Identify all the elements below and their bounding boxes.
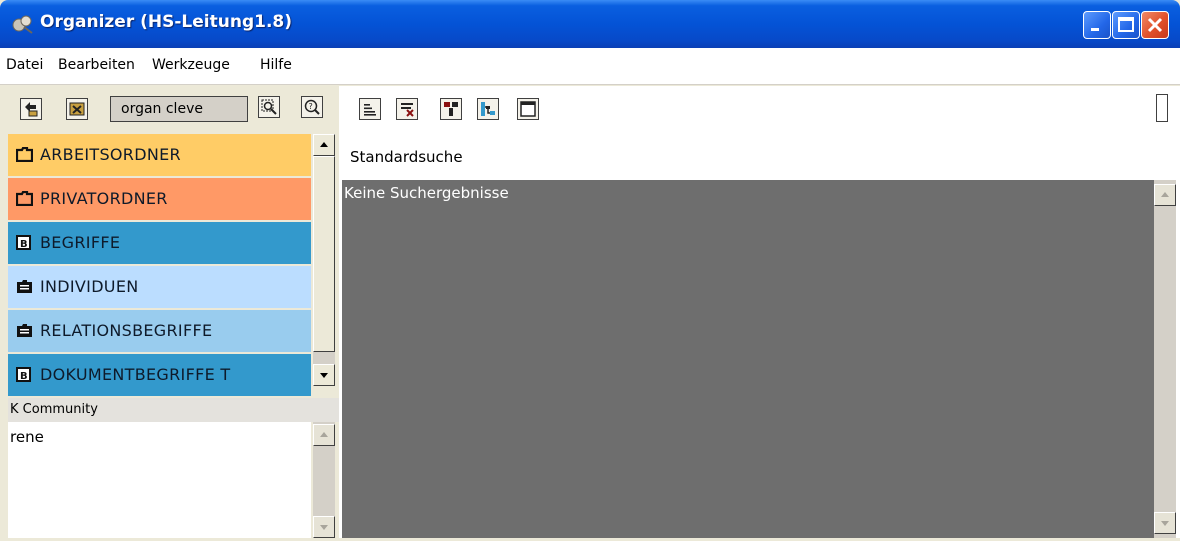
close-button[interactable] bbox=[1141, 11, 1169, 39]
svg-text:B: B bbox=[20, 239, 28, 250]
window-button[interactable] bbox=[517, 98, 539, 120]
list-icon bbox=[364, 104, 376, 116]
list-folder-icon bbox=[17, 280, 32, 293]
hierarchy-button[interactable] bbox=[477, 98, 499, 120]
menu-hilfe[interactable]: Hilfe bbox=[260, 57, 292, 73]
back-up-button[interactable] bbox=[20, 98, 42, 120]
results-scrollbar[interactable] bbox=[1154, 180, 1176, 538]
scroll-down-button[interactable] bbox=[313, 364, 335, 386]
arrow-up-icon bbox=[320, 432, 328, 437]
svg-text:B: B bbox=[20, 371, 28, 382]
search-help-button[interactable]: ? bbox=[301, 96, 323, 118]
arrow-up-icon bbox=[1161, 192, 1169, 197]
b-box-icon: B bbox=[16, 235, 31, 250]
folder-arbeitsordner[interactable]: ARBEITSORDNER bbox=[8, 134, 311, 176]
maximize-icon bbox=[1118, 17, 1134, 32]
hierarchy-icon bbox=[481, 102, 495, 116]
filter-icon bbox=[401, 103, 414, 117]
scroll-down-button[interactable] bbox=[1154, 512, 1176, 534]
right-pane: Standardsuche Keine Suchergebnisse bbox=[339, 86, 1180, 538]
menu-bar: Datei Bearbeiten Werkzeuge Hilfe bbox=[0, 48, 1180, 85]
folder-begriffe[interactable]: B BEGRIFFE bbox=[8, 222, 311, 264]
minimize-button[interactable] bbox=[1083, 11, 1111, 39]
folder-label: ARBEITSORDNER bbox=[40, 145, 181, 164]
tree-icon bbox=[444, 102, 458, 116]
folder-icon bbox=[16, 191, 33, 206]
menu-datei[interactable]: Datei bbox=[6, 57, 43, 73]
b-box-icon: B bbox=[16, 367, 31, 382]
folder-label: INDIVIDUEN bbox=[40, 277, 139, 296]
search-zoom-button[interactable] bbox=[258, 96, 280, 118]
folder-label: BEGRIFFE bbox=[40, 233, 121, 252]
arrow-up-icon bbox=[320, 142, 328, 147]
scroll-up-button[interactable] bbox=[313, 134, 335, 156]
svg-text:?: ? bbox=[309, 102, 313, 111]
organizer-app-icon bbox=[12, 15, 33, 34]
community-header: K Community bbox=[8, 398, 339, 422]
menu-werkzeuge[interactable]: Werkzeuge bbox=[152, 57, 230, 73]
community-scrollbar[interactable] bbox=[313, 422, 335, 538]
scroll-down-button[interactable] bbox=[313, 516, 335, 538]
folder-relationsbegriffe[interactable]: RELATIONSBEGRIFFE bbox=[8, 310, 311, 352]
folder-privatordner[interactable]: PRIVATORDNER bbox=[8, 178, 311, 220]
search-help-icon: ? bbox=[304, 99, 320, 115]
folder-scrollbar[interactable] bbox=[313, 134, 335, 386]
window-title: Organizer (HS-Leitung1.8) bbox=[40, 12, 293, 32]
folder-label: PRIVATORDNER bbox=[40, 189, 168, 208]
community-list[interactable]: rene bbox=[8, 422, 311, 538]
filter-button[interactable] bbox=[396, 98, 418, 120]
arrow-down-icon bbox=[1161, 521, 1169, 526]
folder-label: RELATIONSBEGRIFFE bbox=[40, 321, 213, 340]
maximize-button[interactable] bbox=[1112, 11, 1140, 39]
title-bar[interactable]: Organizer (HS-Leitung1.8) bbox=[0, 0, 1180, 48]
menu-bearbeiten[interactable]: Bearbeiten bbox=[58, 57, 135, 73]
back-up-icon bbox=[25, 102, 38, 117]
folder-dokumentbegriffe[interactable]: B DOKUMENTBEGRIFFE T bbox=[8, 354, 311, 396]
close-icon bbox=[1147, 17, 1163, 33]
community-item[interactable]: rene bbox=[10, 428, 44, 446]
scroll-thumb[interactable] bbox=[313, 156, 335, 352]
left-pane: organ cleve ? ARBEITSORDNER PRIVATORDNER… bbox=[8, 86, 339, 538]
scroll-up-button[interactable] bbox=[1154, 184, 1176, 206]
expand-toggle[interactable] bbox=[1156, 94, 1168, 122]
arrow-down-icon bbox=[320, 525, 328, 530]
delete-icon bbox=[69, 102, 85, 116]
delete-button[interactable] bbox=[66, 98, 88, 120]
search-results-panel[interactable]: Keine Suchergebnisse bbox=[342, 180, 1154, 538]
list-folder-icon bbox=[17, 324, 32, 337]
search-label: Standardsuche bbox=[350, 148, 463, 166]
list-view-button[interactable] bbox=[359, 98, 381, 120]
folder-individuen[interactable]: INDIVIDUEN bbox=[8, 266, 311, 308]
search-zoom-icon bbox=[261, 99, 277, 115]
arrow-down-icon bbox=[320, 373, 328, 378]
folder-icon bbox=[16, 147, 33, 162]
results-empty-text: Keine Suchergebnisse bbox=[344, 184, 509, 202]
scroll-up-button[interactable] bbox=[313, 424, 335, 446]
folder-list: ARBEITSORDNER PRIVATORDNER B BEGRIFFE IN… bbox=[8, 134, 311, 434]
organization-field[interactable]: organ cleve bbox=[110, 96, 248, 122]
folder-label: DOKUMENTBEGRIFFE T bbox=[40, 365, 231, 384]
window-icon bbox=[520, 101, 536, 117]
minimize-icon bbox=[1091, 28, 1099, 31]
tree-button[interactable] bbox=[440, 98, 462, 120]
